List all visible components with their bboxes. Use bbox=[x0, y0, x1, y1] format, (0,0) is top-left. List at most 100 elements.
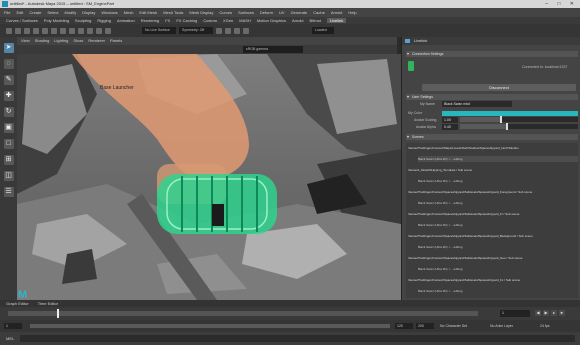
color-space-field[interactable]: sRGB gamma bbox=[243, 46, 303, 53]
viewport-menu-item[interactable]: Show bbox=[73, 38, 83, 43]
menu-item[interactable]: Help bbox=[348, 10, 356, 15]
shelf-tab[interactable]: Bifrost bbox=[310, 18, 321, 23]
scene-user-row[interactable]: Black Swan (Ultra 3D) ✓ - editing bbox=[418, 178, 578, 184]
lasso-tool-icon[interactable]: ◌ bbox=[3, 59, 14, 69]
tab-time-editor[interactable]: Time Editor bbox=[38, 301, 58, 306]
time-slider-track[interactable] bbox=[8, 311, 478, 316]
current-time-marker[interactable] bbox=[57, 309, 59, 318]
anim-layer-field[interactable]: No Anim Layer bbox=[490, 323, 513, 329]
layout-four-icon[interactable]: ⊞ bbox=[3, 155, 14, 165]
open-scene-icon[interactable] bbox=[15, 27, 21, 34]
shelf-tab[interactable]: Motion Graphics bbox=[257, 18, 286, 23]
save-scene-icon[interactable] bbox=[24, 27, 30, 34]
scene-user-row[interactable]: Black Swan (Ultra 3D) ✓ - editing bbox=[418, 244, 578, 250]
my-name-field[interactable]: Black Swan mkd bbox=[442, 101, 512, 107]
select-hierarchy-icon[interactable] bbox=[51, 27, 57, 34]
avatar-alpha-field[interactable]: 0.40 bbox=[442, 124, 458, 130]
menu-item[interactable]: Modify bbox=[65, 10, 77, 15]
my-color-swatch[interactable] bbox=[442, 111, 578, 116]
shelf-tab[interactable]: Rendering bbox=[141, 18, 159, 23]
menu-item[interactable]: Select bbox=[47, 10, 58, 15]
menu-item[interactable]: Create bbox=[29, 10, 41, 15]
viewport-menu-item[interactable]: Lighting bbox=[54, 38, 68, 43]
command-input[interactable] bbox=[20, 335, 575, 342]
menu-item[interactable]: Cache bbox=[313, 10, 325, 15]
shelf-tab[interactable]: FX Caching bbox=[176, 18, 197, 23]
shelf-tab[interactable]: Custom bbox=[203, 18, 217, 23]
fps-field[interactable]: 24 fps bbox=[540, 323, 550, 329]
snap-curve-icon[interactable] bbox=[87, 27, 93, 34]
paint-select-icon[interactable]: ✎ bbox=[3, 75, 14, 85]
avatar-scaling-slider[interactable] bbox=[460, 116, 578, 123]
shelf-tab[interactable]: XGen bbox=[223, 18, 233, 23]
shelf-tab[interactable]: Curves / Surfaces bbox=[6, 18, 38, 23]
layout-two-icon[interactable]: ◫ bbox=[3, 171, 14, 181]
scene-path-row[interactable]: /Game/TheDrigen/Content/Spaceshipyard/Su… bbox=[408, 211, 578, 217]
scene-user-row[interactable]: Black Swan (Ultra 3D) ✓ - editing bbox=[418, 200, 578, 206]
menu-item[interactable]: Windows bbox=[101, 10, 117, 15]
user-settings-header[interactable]: User Settings bbox=[406, 94, 578, 100]
go-to-end-icon[interactable]: ► bbox=[559, 310, 565, 316]
menu-item[interactable]: Surfaces bbox=[238, 10, 254, 15]
outliner-icon[interactable]: ☰ bbox=[3, 187, 14, 197]
move-tool-icon[interactable]: ✚ bbox=[3, 91, 14, 101]
loaded-field[interactable]: Loaded bbox=[312, 27, 334, 34]
viewport-menu-item[interactable]: Renderer bbox=[88, 38, 105, 43]
scene-user-row[interactable]: Black Swan (Ultra 3D) ✓ - editing bbox=[418, 222, 578, 228]
menu-item[interactable]: Deform bbox=[260, 10, 273, 15]
scene-path-row[interactable]: /Game/TheDrigen/Content/Maps/Levels/Nort… bbox=[408, 145, 578, 151]
menu-item[interactable]: Mesh bbox=[124, 10, 134, 15]
menu-item[interactable]: Curves bbox=[219, 10, 232, 15]
menu-item[interactable]: Edit bbox=[16, 10, 23, 15]
shelf-tab[interactable]: Arnold bbox=[292, 18, 304, 23]
shelf-tab[interactable]: Poly Modeling bbox=[44, 18, 69, 23]
3d-viewport[interactable]: Base Launcher bbox=[17, 54, 401, 300]
current-frame-field[interactable]: 1 bbox=[500, 310, 530, 317]
scenes-header[interactable]: Scenes bbox=[406, 134, 578, 140]
select-object-icon[interactable] bbox=[60, 27, 66, 34]
avatar-scaling-field[interactable]: 1.00 bbox=[442, 117, 458, 123]
character-set-field[interactable]: No Character Set bbox=[440, 323, 467, 329]
menu-item[interactable]: UV bbox=[279, 10, 285, 15]
menu-item[interactable]: File bbox=[4, 10, 10, 15]
shelf-tab[interactable]: FX bbox=[165, 18, 170, 23]
scene-user-row[interactable]: Black Swan (Ultra 3D) ✓ - editing bbox=[418, 288, 578, 294]
render-settings-icon[interactable] bbox=[234, 27, 240, 34]
undo-icon[interactable] bbox=[33, 27, 39, 34]
scene-path-row[interactable]: /Game/TheDrigen/Content/Spaceshipyard/Su… bbox=[408, 277, 578, 283]
new-scene-icon[interactable] bbox=[6, 27, 12, 34]
menu-item[interactable]: Mesh Tools bbox=[163, 10, 183, 15]
scene-path-row[interactable]: /Game/TheDrigen/Content/Spaceshipyard/Su… bbox=[408, 189, 578, 195]
scene-user-row[interactable]: Black Swan (Ultra 3D) ✓ - editing bbox=[418, 156, 578, 162]
live-surface-field[interactable]: No Live Surface bbox=[142, 27, 176, 34]
range-inner-end-field[interactable]: 120 bbox=[395, 323, 413, 329]
select-component-icon[interactable] bbox=[69, 27, 75, 34]
command-language-label[interactable]: MEL bbox=[6, 336, 14, 341]
scale-tool-icon[interactable]: ▣ bbox=[3, 123, 14, 133]
scene-user-row[interactable]: Black Swan (Ultra 3D) ✓ - editing bbox=[418, 266, 578, 272]
ipr-render-icon[interactable] bbox=[225, 27, 231, 34]
step-forward-icon[interactable]: ▸ bbox=[551, 310, 557, 316]
symmetry-field[interactable]: Symmetry: Off bbox=[179, 27, 213, 34]
render-frame-icon[interactable] bbox=[216, 27, 222, 34]
snap-view-icon[interactable] bbox=[105, 27, 111, 34]
menu-item[interactable]: Display bbox=[82, 10, 95, 15]
menu-item[interactable]: Generate bbox=[291, 10, 308, 15]
menu-item[interactable]: Mesh Display bbox=[189, 10, 213, 15]
snap-point-icon[interactable] bbox=[96, 27, 102, 34]
range-start-field[interactable]: 1 bbox=[4, 323, 22, 329]
range-end-field[interactable]: 200 bbox=[416, 323, 434, 329]
shelf-tab[interactable]: Livelink bbox=[326, 18, 347, 23]
scene-path-row[interactable]: /Game/TheDrigen/Content/Spaceshipyard/Su… bbox=[408, 255, 578, 261]
range-slider-track[interactable] bbox=[30, 324, 390, 328]
window-controls[interactable]: – □ ✕ bbox=[545, 0, 578, 8]
shelf-tab[interactable]: MASH bbox=[239, 18, 251, 23]
play-forward-icon[interactable]: ▶ bbox=[543, 310, 549, 316]
shelf-tab[interactable]: Sculpting bbox=[75, 18, 91, 23]
snap-grid-icon[interactable] bbox=[78, 27, 84, 34]
shelf-tab[interactable]: Rigging bbox=[97, 18, 111, 23]
scene-path-row[interactable]: /Game/1_ModelSHipping_Template / Sub sce… bbox=[408, 167, 578, 173]
rotate-tool-icon[interactable]: ↻ bbox=[3, 107, 14, 117]
select-tool-icon[interactable]: ➤ bbox=[3, 43, 14, 53]
menu-item[interactable]: Arnold bbox=[331, 10, 343, 15]
